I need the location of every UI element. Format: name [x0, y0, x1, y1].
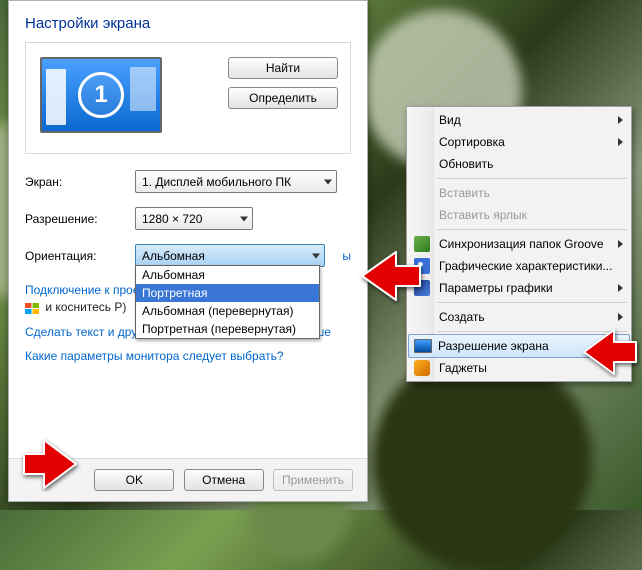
which-settings-link[interactable]: Какие параметры монитора следует выбрать…: [25, 349, 284, 363]
ctx-label: Обновить: [439, 157, 493, 171]
ctx-label: Графические характеристики...: [439, 259, 612, 273]
chevron-down-icon: [312, 253, 320, 258]
submenu-arrow-icon: [618, 116, 623, 124]
ok-button[interactable]: OK: [94, 469, 174, 491]
identify-button[interactable]: Определить: [228, 87, 338, 109]
annotation-arrow-icon: [18, 436, 82, 495]
monitor-number-badge: 1: [78, 72, 124, 118]
chevron-down-icon: [324, 179, 332, 184]
orientation-label: Ориентация:: [25, 249, 135, 263]
ctx-groove-sync[interactable]: Синхронизация папок Groove: [409, 233, 629, 255]
orientation-option-portrait-flipped[interactable]: Портретная (перевернутая): [136, 320, 319, 338]
ctx-label: Синхронизация папок Groove: [439, 237, 604, 251]
chevron-down-icon: [240, 216, 248, 221]
ctx-paste: Вставить: [409, 182, 629, 204]
submenu-arrow-icon: [618, 284, 623, 292]
ctx-label: Сортировка: [439, 135, 505, 149]
apply-button: Применить: [273, 469, 353, 491]
connect-projector-link[interactable]: Подключение к проек: [25, 283, 145, 297]
screen-select-value: 1. Дисплей мобильного ПК: [142, 175, 291, 189]
screen-select[interactable]: 1. Дисплей мобильного ПК: [135, 170, 337, 193]
dialog-title: Настройки экрана: [25, 15, 351, 32]
submenu-arrow-icon: [618, 313, 623, 321]
ctx-label: Параметры графики: [439, 281, 553, 295]
submenu-arrow-icon: [618, 240, 623, 248]
annotation-arrow-icon: [580, 326, 640, 381]
ctx-graphics-params[interactable]: Параметры графики: [409, 277, 629, 299]
orientation-select[interactable]: Альбомная: [135, 244, 325, 267]
orientation-select-value: Альбомная: [142, 249, 205, 263]
resolution-select-value: 1280 × 720: [142, 212, 202, 226]
ctx-label: Вставить ярлык: [439, 208, 527, 222]
detect-button[interactable]: Найти: [228, 57, 338, 79]
annotation-arrow-icon: [356, 246, 426, 309]
ctx-label: Создать: [439, 310, 485, 324]
gadgets-icon: [414, 360, 430, 376]
resolution-label: Разрешение:: [25, 212, 135, 226]
ctx-view[interactable]: Вид: [409, 109, 629, 131]
orientation-option-landscape-flipped[interactable]: Альбомная (перевернутая): [136, 302, 319, 320]
orientation-dropdown-list: Альбомная Портретная Альбомная (переверн…: [135, 265, 320, 339]
monitor-thumbnail[interactable]: 1: [40, 57, 162, 133]
truncated-link-tail: ы: [342, 249, 351, 263]
ctx-label: Вставить: [439, 186, 490, 200]
monitor-preview-group: 1 Найти Определить: [25, 42, 351, 154]
ctx-label: Гаджеты: [439, 361, 487, 375]
screen-label: Экран:: [25, 175, 135, 189]
ctx-create[interactable]: Создать: [409, 306, 629, 328]
orientation-option-landscape[interactable]: Альбомная: [136, 266, 319, 284]
ctx-graphics-properties[interactable]: Графические характеристики...: [409, 255, 629, 277]
orientation-option-portrait[interactable]: Портретная: [136, 284, 319, 302]
projector-hint: и коснитесь P): [45, 300, 126, 314]
submenu-arrow-icon: [618, 138, 623, 146]
monitor-icon: [414, 339, 432, 353]
ctx-label: Разрешение экрана: [438, 339, 549, 353]
cancel-button[interactable]: Отмена: [184, 469, 264, 491]
ctx-sort[interactable]: Сортировка: [409, 131, 629, 153]
display-settings-dialog: Настройки экрана 1 Найти Определить Экра…: [8, 0, 368, 502]
resolution-select[interactable]: 1280 × 720: [135, 207, 253, 230]
ctx-label: Вид: [439, 113, 461, 127]
ctx-refresh[interactable]: Обновить: [409, 153, 629, 175]
windows-flag-icon: [25, 303, 39, 315]
ctx-paste-shortcut: Вставить ярлык: [409, 204, 629, 226]
